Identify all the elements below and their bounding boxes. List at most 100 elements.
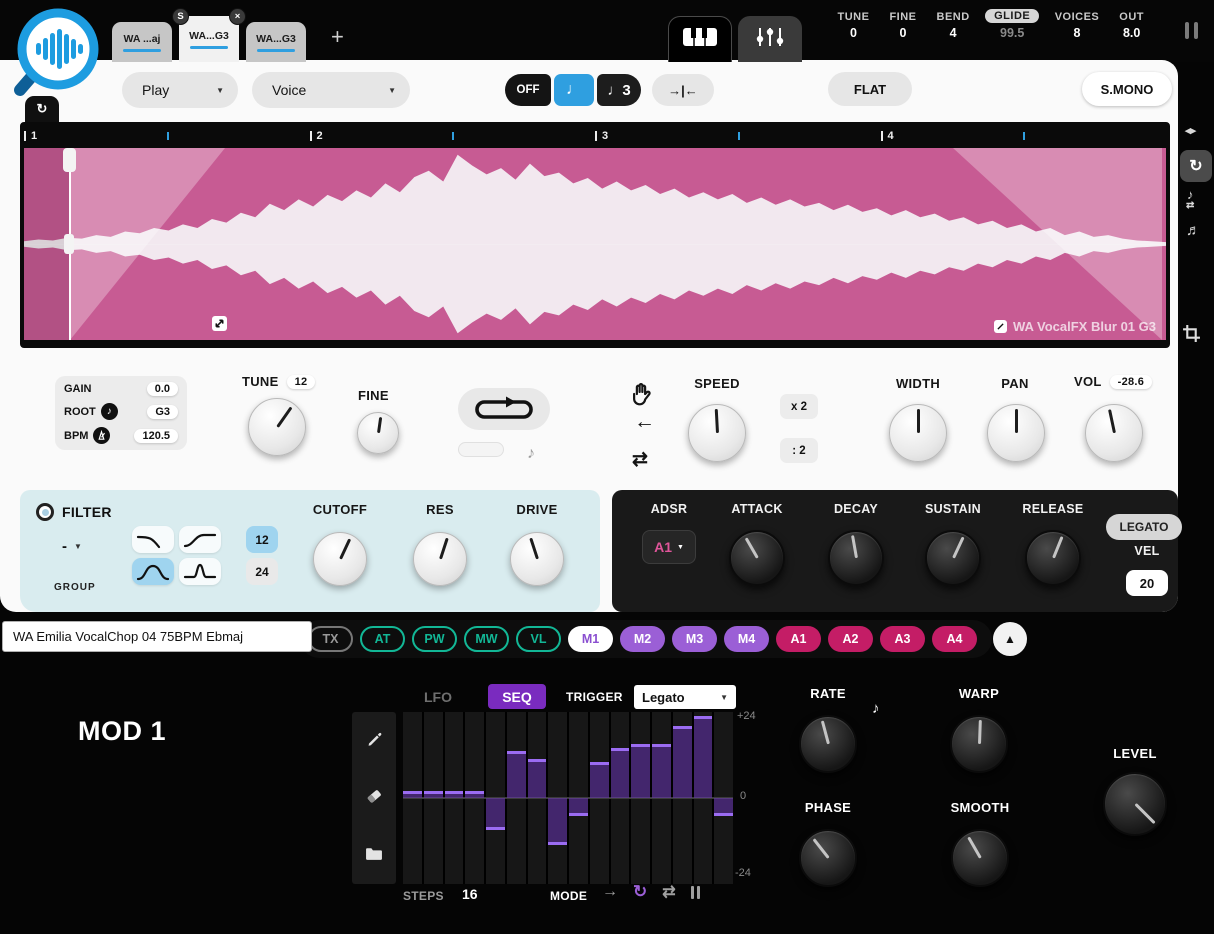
mixer-view-tab[interactable]: [738, 16, 802, 62]
root-value[interactable]: G3: [147, 405, 178, 419]
start-marker-grip[interactable]: [64, 234, 74, 254]
fade-out-handle[interactable]: [994, 320, 1007, 333]
clef-icon[interactable]: ♪: [101, 403, 118, 420]
speed-knob[interactable]: [688, 404, 746, 462]
vol-knob[interactable]: [1085, 404, 1143, 462]
pencil-icon[interactable]: [366, 730, 383, 752]
mode-pingpong-icon[interactable]: ⇄: [662, 882, 675, 902]
pill-m3[interactable]: M3: [672, 626, 717, 652]
attack-knob[interactable]: [729, 530, 785, 586]
pill-tx[interactable]: TX: [308, 626, 353, 652]
param-glide[interactable]: GLIDE99.5: [990, 11, 1035, 37]
loop-length-pill[interactable]: [458, 442, 504, 457]
loop-sync-note-icon[interactable]: ♪: [527, 445, 535, 463]
eraser-icon[interactable]: [365, 787, 383, 810]
seq-step[interactable]: [486, 712, 505, 884]
file-tab[interactable]: WA...G3S×: [179, 16, 239, 62]
wave-ruler[interactable]: 1234: [24, 126, 1166, 148]
width-knob[interactable]: [889, 404, 947, 462]
sample-mono-button[interactable]: S.MONO: [1082, 72, 1172, 106]
rate-knob[interactable]: [799, 715, 857, 773]
sync-triplet-button[interactable]: ♩3: [597, 74, 641, 106]
mode-hold-icon[interactable]: [691, 886, 700, 899]
steps-value[interactable]: 16: [462, 886, 478, 902]
param-fine[interactable]: FINE0: [889, 11, 916, 40]
cutoff-knob[interactable]: [313, 532, 367, 586]
param-bend[interactable]: BEND4: [937, 11, 970, 40]
sustain-knob[interactable]: [925, 530, 981, 586]
pause-bars-icon[interactable]: [1185, 22, 1198, 39]
trigger-dropdown[interactable]: Legato ▼: [634, 685, 736, 709]
level-knob[interactable]: [1103, 772, 1167, 836]
bandpass-shape-button[interactable]: [132, 558, 174, 585]
fade-in-handle[interactable]: [212, 316, 227, 331]
note-mode-icon[interactable]: ♬: [1186, 222, 1201, 239]
tune-value[interactable]: 12: [287, 375, 316, 389]
folder-icon[interactable]: [365, 846, 383, 866]
tune-knob[interactable]: [248, 398, 306, 456]
file-tab[interactable]: WA ...aj: [112, 22, 172, 62]
phase-knob[interactable]: [799, 829, 857, 887]
mode-loop-icon[interactable]: ↻: [633, 882, 647, 902]
filter-enable-toggle[interactable]: [36, 503, 54, 521]
shuffle-icon[interactable]: ⇄: [632, 448, 648, 471]
keyboard-view-tab[interactable]: [668, 16, 732, 62]
vel-value[interactable]: 20: [1126, 570, 1168, 596]
gain-value[interactable]: 0.0: [147, 382, 178, 396]
loop-mode-button[interactable]: [458, 388, 550, 430]
smooth-knob[interactable]: [951, 829, 1009, 887]
seq-step[interactable]: [548, 712, 567, 884]
pill-a3[interactable]: A3: [880, 626, 925, 652]
pill-at[interactable]: AT: [360, 626, 405, 652]
loop-corner-tab[interactable]: ↻: [25, 96, 59, 122]
pitch-mode-icon[interactable]: ♪ ⇄: [1186, 188, 1194, 211]
tab-seq[interactable]: SEQ: [488, 684, 546, 709]
pill-pw[interactable]: PW: [412, 626, 457, 652]
start-marker-handle[interactable]: [63, 148, 76, 172]
highpass-shape-button[interactable]: [179, 526, 221, 553]
vol-value[interactable]: -28.6: [1110, 375, 1153, 389]
add-tab-button[interactable]: +: [331, 24, 344, 50]
pill-m2[interactable]: M2: [620, 626, 665, 652]
sample-filename-box[interactable]: WA Emilia VocalChop 04 75BPM Ebmaj: [2, 621, 312, 652]
pill-a2[interactable]: A2: [828, 626, 873, 652]
wave-body[interactable]: WA VocalFX Blur 01 G3: [24, 148, 1166, 340]
adsr-preset-dropdown[interactable]: A1 ▼: [642, 530, 696, 564]
snap-to-zero-button[interactable]: →|←: [652, 74, 714, 106]
drive-knob[interactable]: [510, 532, 564, 586]
speed-half-button[interactable]: : 2: [780, 438, 818, 463]
pill-a4[interactable]: A4: [932, 626, 977, 652]
crop-icon[interactable]: [1182, 324, 1201, 348]
tab-lfo[interactable]: LFO: [424, 689, 452, 705]
param-out[interactable]: OUT8.0: [1119, 11, 1144, 40]
seq-step[interactable]: [569, 712, 588, 884]
mode-forward-icon[interactable]: →: [602, 883, 618, 901]
speed-double-button[interactable]: x 2: [780, 394, 818, 419]
fine-knob[interactable]: [357, 412, 399, 454]
pill-a1[interactable]: A1: [776, 626, 821, 652]
close-tab-icon[interactable]: ×: [229, 8, 246, 25]
pill-m1[interactable]: M1: [568, 626, 613, 652]
hand-drag-icon[interactable]: [630, 382, 652, 411]
legato-button[interactable]: LEGATO: [1106, 514, 1182, 540]
bpm-value[interactable]: 120.5: [134, 429, 178, 443]
slope-12db-button[interactable]: 12: [246, 526, 278, 553]
arrow-left-icon[interactable]: ←: [634, 410, 655, 434]
param-tune[interactable]: TUNE0: [838, 11, 870, 40]
param-voices[interactable]: VOICES8: [1055, 11, 1100, 40]
pill-m4[interactable]: M4: [724, 626, 769, 652]
rate-sync-note-icon[interactable]: ♪: [872, 700, 880, 717]
collapse-panel-icon[interactable]: ◂▸: [1185, 124, 1196, 137]
pan-knob[interactable]: [987, 404, 1045, 462]
warp-knob[interactable]: [950, 715, 1008, 773]
pill-mw[interactable]: MW: [464, 626, 509, 652]
sync-off-button[interactable]: OFF: [505, 74, 551, 106]
solo-badge[interactable]: S: [172, 8, 189, 25]
pill-vl[interactable]: VL: [516, 626, 561, 652]
release-knob[interactable]: [1025, 530, 1081, 586]
res-knob[interactable]: [413, 532, 467, 586]
metronome-icon[interactable]: [93, 427, 110, 444]
time-stretch-icon[interactable]: ↻: [1180, 150, 1212, 182]
file-tab[interactable]: WA...G3: [246, 22, 306, 62]
seq-step[interactable]: [714, 712, 733, 884]
